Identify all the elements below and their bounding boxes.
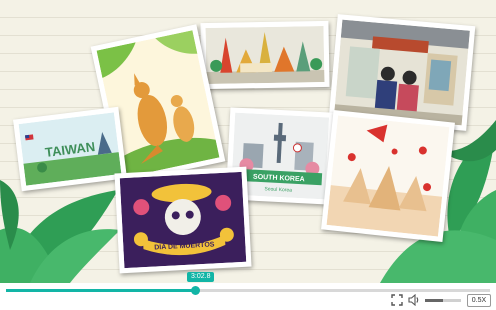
dia-de-muertos-postcard: DIA DE MUERTOS <box>114 166 252 274</box>
current-time-tooltip: 3:02.8 <box>187 272 215 282</box>
canada-postcard <box>321 109 455 243</box>
fullscreen-icon[interactable] <box>391 294 403 306</box>
volume-icon[interactable] <box>408 293 420 307</box>
thailand-postcard <box>200 20 330 90</box>
taiwan-postcard: TAIWAN <box>13 106 127 192</box>
volume-level <box>425 299 443 302</box>
progress-handle[interactable] <box>190 286 200 295</box>
progress-fill <box>6 289 195 292</box>
progress-bar[interactable] <box>6 286 490 295</box>
volume-slider[interactable] <box>425 299 461 302</box>
video-controls: 0.5X <box>0 283 496 307</box>
playback-speed-button[interactable]: 0.5X <box>467 294 491 307</box>
video-stage[interactable]: TAIWAN SOUTH KOREA Seoul Korea DIA DE MU… <box>0 0 496 283</box>
